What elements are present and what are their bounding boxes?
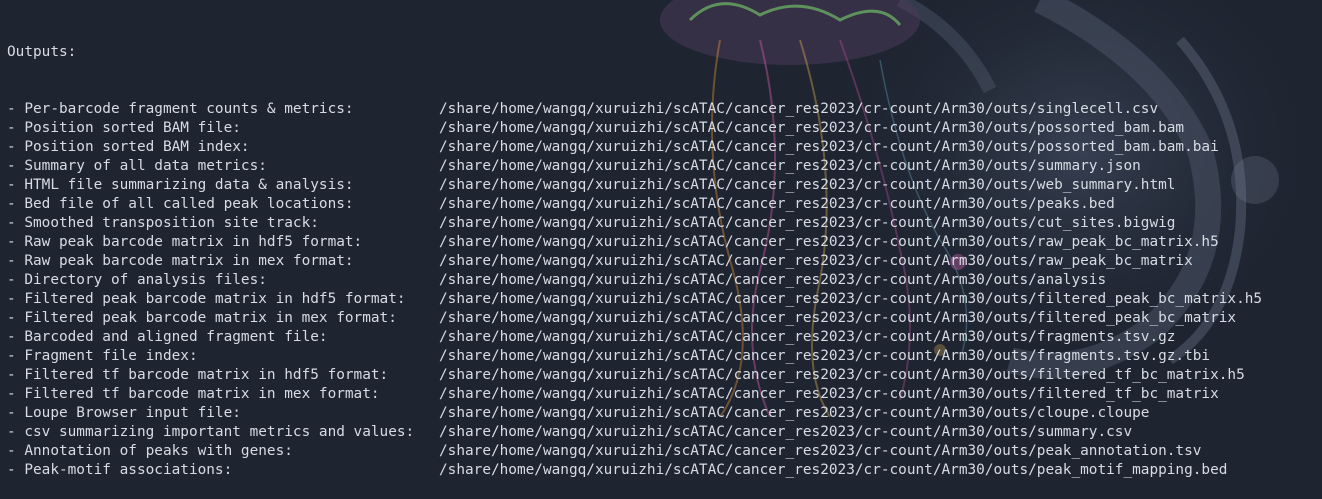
output-list: - Per-barcode fragment counts & metrics:… — [7, 100, 1317, 480]
output-row: - HTML file summarizing data & analysis:… — [7, 176, 1317, 195]
output-row: - Per-barcode fragment counts & metrics:… — [7, 100, 1317, 119]
output-label: - Smoothed transposition site track: — [7, 215, 319, 231]
output-row: - Summary of all data metrics: /share/hom… — [7, 157, 1317, 176]
output-row: - Raw peak barcode matrix in hdf5 format… — [7, 233, 1317, 252]
output-path[interactable]: /share/home/wangq/xuruizhi/scATAC/cancer… — [439, 100, 1158, 119]
output-label: - Directory of analysis files: — [7, 272, 267, 288]
output-row: - Filtered peak barcode matrix in mex fo… — [7, 309, 1317, 328]
output-path[interactable]: /share/home/wangq/xuruizhi/scATAC/cancer… — [439, 328, 1175, 347]
output-path[interactable]: /share/home/wangq/xuruizhi/scATAC/cancer… — [439, 309, 1236, 328]
output-row: - Annotation of peaks with genes: /share/… — [7, 442, 1317, 461]
output-path[interactable]: /share/home/wangq/xuruizhi/scATAC/cancer… — [439, 176, 1175, 195]
output-path[interactable]: /share/home/wangq/xuruizhi/scATAC/cancer… — [439, 461, 1227, 480]
output-label: - Barcoded and aligned fragment file: — [7, 329, 328, 345]
outputs-heading: Outputs: — [7, 44, 77, 60]
output-label: - HTML file summarizing data & analysis: — [7, 177, 354, 193]
output-label: - Raw peak barcode matrix in mex format: — [7, 253, 354, 269]
output-label: - Filtered peak barcode matrix in mex fo… — [7, 310, 397, 326]
output-label: - Position sorted BAM file: — [7, 120, 241, 136]
output-path[interactable]: /share/home/wangq/xuruizhi/scATAC/cancer… — [439, 347, 1210, 366]
output-row: - Position sorted BAM file: /share/home/w… — [7, 119, 1317, 138]
output-label: - Annotation of peaks with genes: — [7, 443, 293, 459]
output-row: - Peak-motif associations: /share/home/wa… — [7, 461, 1317, 480]
output-row: - Bed file of all called peak locations:… — [7, 195, 1317, 214]
output-label: - Fragment file index: — [7, 348, 198, 364]
output-label: - Filtered tf barcode matrix in hdf5 for… — [7, 367, 389, 383]
output-row: - Fragment file index: /share/home/wangq/… — [7, 347, 1317, 366]
output-path[interactable]: /share/home/wangq/xuruizhi/scATAC/cancer… — [439, 271, 1106, 290]
output-label: - Bed file of all called peak locations: — [7, 196, 354, 212]
output-path[interactable]: /share/home/wangq/xuruizhi/scATAC/cancer… — [439, 119, 1184, 138]
output-label: - Filtered tf barcode matrix in mex form… — [7, 386, 380, 402]
output-path[interactable]: /share/home/wangq/xuruizhi/scATAC/cancer… — [439, 442, 1201, 461]
output-label: - Per-barcode fragment counts & metrics: — [7, 101, 354, 117]
output-label: - Summary of all data metrics: — [7, 158, 267, 174]
output-path[interactable]: /share/home/wangq/xuruizhi/scATAC/cancer… — [439, 385, 1219, 404]
output-path[interactable]: /share/home/wangq/xuruizhi/scATAC/cancer… — [439, 423, 1132, 442]
output-label: - Filtered peak barcode matrix in hdf5 f… — [7, 291, 406, 307]
output-row: - csv summarizing important metrics and … — [7, 423, 1317, 442]
output-row: - Filtered tf barcode matrix in hdf5 for… — [7, 366, 1317, 385]
output-path[interactable]: /share/home/wangq/xuruizhi/scATAC/cancer… — [439, 404, 1149, 423]
output-row: - Loupe Browser input file: /share/home/w… — [7, 404, 1317, 423]
output-path[interactable]: /share/home/wangq/xuruizhi/scATAC/cancer… — [439, 157, 1141, 176]
output-row: - Directory of analysis files: /share/hom… — [7, 271, 1317, 290]
output-label: - csv summarizing important metrics and … — [7, 424, 415, 440]
output-row: - Position sorted BAM index: /share/home/… — [7, 138, 1317, 157]
output-label: - Peak-motif associations: — [7, 462, 233, 478]
terminal-output: Outputs: - Per-barcode fragment counts &… — [7, 5, 1317, 499]
output-row: - Smoothed transposition site track: /sha… — [7, 214, 1317, 233]
output-path[interactable]: /share/home/wangq/xuruizhi/scATAC/cancer… — [439, 252, 1193, 271]
output-path[interactable]: /share/home/wangq/xuruizhi/scATAC/cancer… — [439, 195, 1115, 214]
output-label: - Loupe Browser input file: — [7, 405, 241, 421]
output-path[interactable]: /share/home/wangq/xuruizhi/scATAC/cancer… — [439, 214, 1175, 233]
output-row: - Raw peak barcode matrix in mex format:… — [7, 252, 1317, 271]
output-path[interactable]: /share/home/wangq/xuruizhi/scATAC/cancer… — [439, 138, 1219, 157]
output-row: - Filtered peak barcode matrix in hdf5 f… — [7, 290, 1317, 309]
output-label: - Raw peak barcode matrix in hdf5 format… — [7, 234, 363, 250]
output-path[interactable]: /share/home/wangq/xuruizhi/scATAC/cancer… — [439, 233, 1219, 252]
output-row: - Filtered tf barcode matrix in mex form… — [7, 385, 1317, 404]
output-row: - Barcoded and aligned fragment file: /sh… — [7, 328, 1317, 347]
output-path[interactable]: /share/home/wangq/xuruizhi/scATAC/cancer… — [439, 366, 1245, 385]
output-label: - Position sorted BAM index: — [7, 139, 250, 155]
output-path[interactable]: /share/home/wangq/xuruizhi/scATAC/cancer… — [439, 290, 1262, 309]
